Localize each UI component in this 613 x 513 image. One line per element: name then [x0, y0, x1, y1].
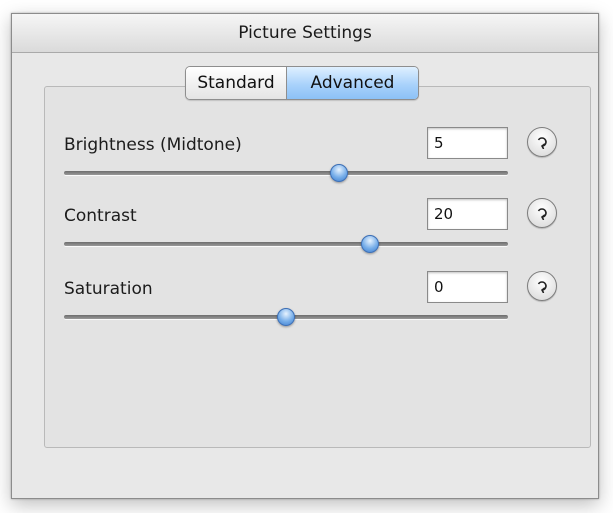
- tab-advanced[interactable]: Advanced: [287, 67, 418, 99]
- brightness-slider-knob[interactable]: [330, 164, 349, 182]
- tab-bar: Standard Advanced: [185, 66, 419, 100]
- brightness-row: Brightness (Midtone): [45, 127, 590, 203]
- contrast-slider[interactable]: [64, 235, 508, 253]
- settings-panel: Brightness (Midtone) Contrast: [44, 86, 591, 448]
- brightness-label: Brightness (Midtone): [64, 135, 242, 155]
- tab-standard[interactable]: Standard: [186, 67, 287, 99]
- contrast-label: Contrast: [64, 206, 137, 226]
- saturation-label: Saturation: [64, 279, 153, 299]
- brightness-reset-button[interactable]: [527, 127, 557, 157]
- contrast-field[interactable]: [427, 198, 508, 230]
- contrast-slider-knob[interactable]: [361, 235, 380, 253]
- reset-icon: [537, 208, 547, 220]
- window-title: Picture Settings: [12, 14, 598, 53]
- contrast-row: Contrast: [45, 198, 590, 274]
- brightness-field[interactable]: [427, 127, 508, 159]
- reset-icon: [537, 137, 547, 149]
- picture-settings-window: Picture Settings Standard Advanced Brigh…: [11, 13, 599, 499]
- saturation-slider[interactable]: [64, 308, 508, 326]
- saturation-field[interactable]: [427, 271, 508, 303]
- saturation-reset-button[interactable]: [527, 271, 557, 301]
- contrast-reset-button[interactable]: [527, 198, 557, 228]
- saturation-slider-knob[interactable]: [277, 308, 295, 326]
- reset-icon: [537, 281, 547, 293]
- brightness-slider[interactable]: [64, 164, 508, 182]
- saturation-row: Saturation: [45, 271, 590, 347]
